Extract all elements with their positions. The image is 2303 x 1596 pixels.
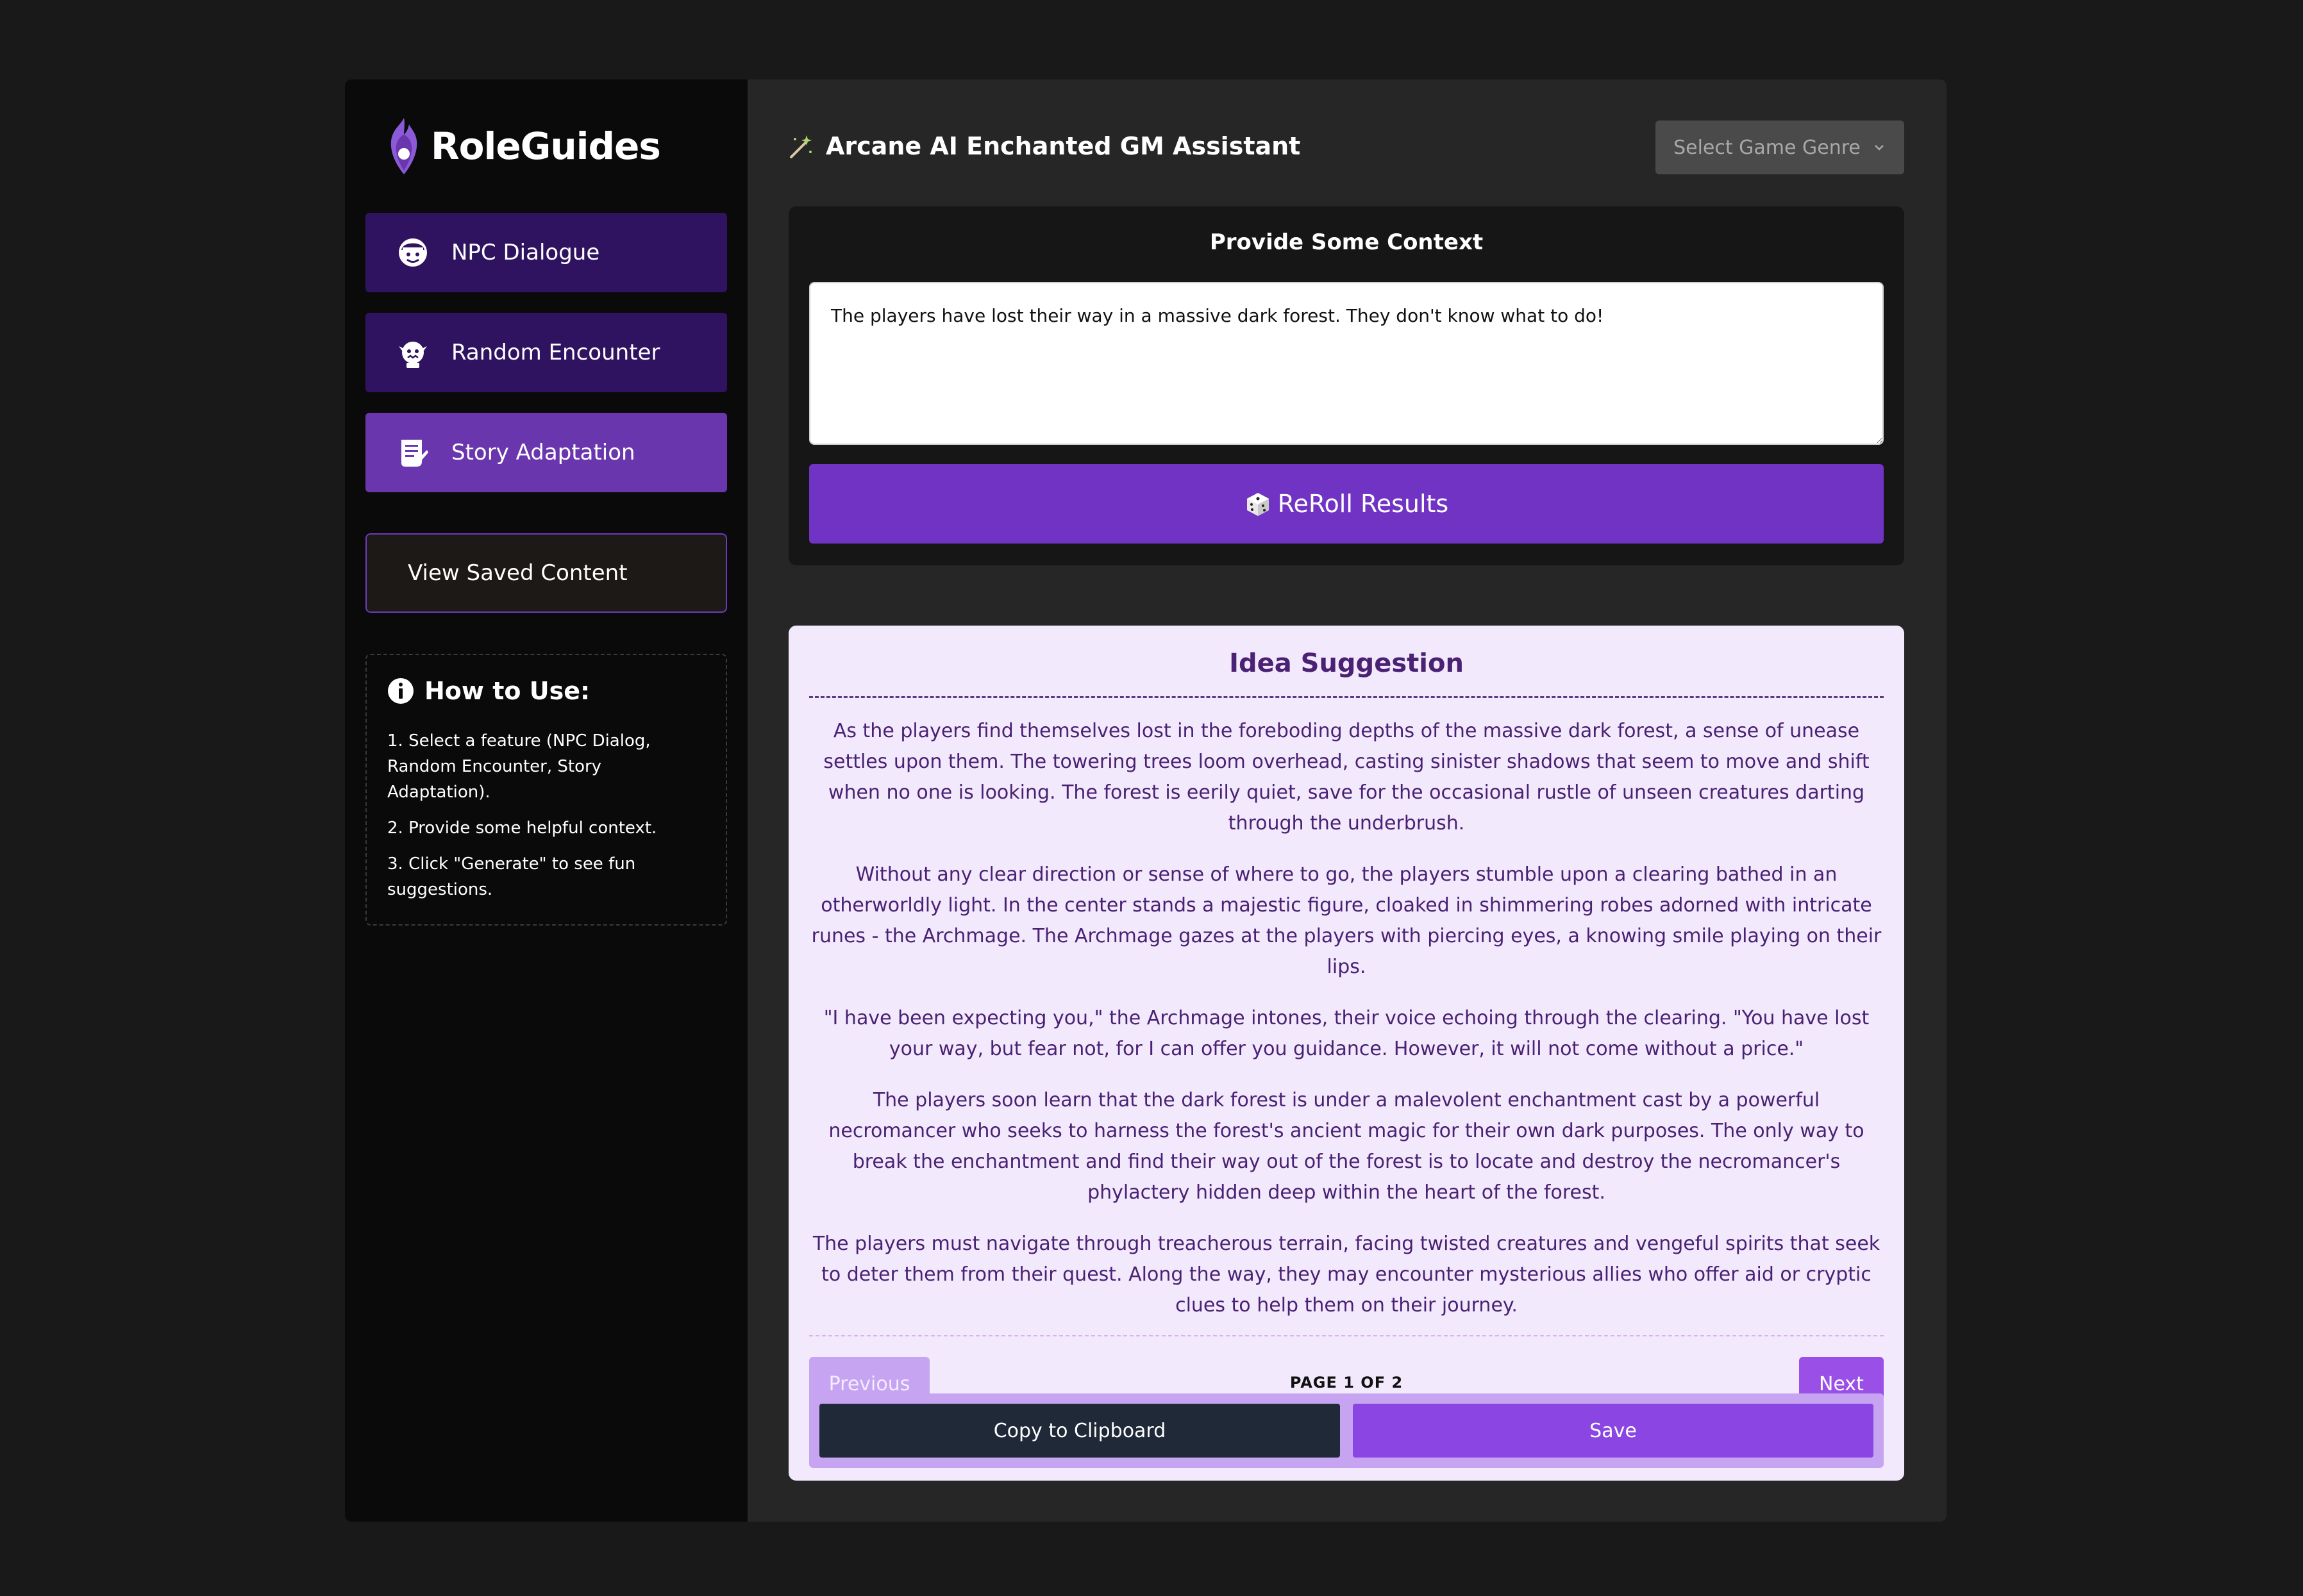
scroll-icon: [395, 435, 431, 470]
game-genre-select[interactable]: Select Game Genre: [1655, 121, 1904, 174]
idea-paragraph: The players soon learn that the dark for…: [828, 1089, 1864, 1204]
copy-to-clipboard-button[interactable]: Copy to Clipboard: [819, 1404, 1340, 1458]
how-to-use-heading: How to Use:: [387, 677, 705, 705]
page-indicator: PAGE 1 OF 2: [1289, 1374, 1403, 1392]
chevron-down-icon: [1875, 145, 1884, 151]
idea-paragraph: Without any clear direction or sense of …: [811, 863, 1882, 978]
sidebar-item-random-encounter[interactable]: Random Encounter: [365, 313, 727, 392]
sidebar-item-label: Random Encounter: [451, 340, 660, 365]
context-title: Provide Some Context: [1209, 229, 1484, 255]
sidebar-item-npc-dialogue[interactable]: NPC Dialogue: [365, 213, 727, 292]
goblin-icon: [395, 335, 431, 370]
context-card: Provide Some Context The players have lo…: [789, 206, 1904, 565]
context-textarea[interactable]: The players have lost their way in a mas…: [809, 282, 1884, 445]
idea-paragraph: The players must navigate through treach…: [812, 1233, 1880, 1317]
dice-icon: [1246, 493, 1269, 516]
logo-text: RoleGuides: [431, 124, 661, 168]
idea-suggestion-body: As the players find themselves lost in t…: [809, 698, 1884, 1321]
reroll-results-button[interactable]: ReRoll Results: [809, 464, 1884, 544]
view-saved-content-button[interactable]: View Saved Content: [365, 533, 727, 613]
how-to-step: 3. Click "Generate" to see fun suggestio…: [387, 854, 636, 899]
magic-wand-icon: [790, 135, 812, 158]
logo-flame-pin-icon: [390, 118, 417, 174]
save-button[interactable]: Save: [1353, 1404, 1873, 1458]
idea-suggestion-title: Idea Suggestion: [809, 626, 1884, 698]
idea-paragraph: As the players find themselves lost in t…: [823, 720, 1870, 835]
sidebar-item-story-adaptation[interactable]: Story Adaptation: [365, 413, 727, 492]
idea-suggestion-card: Idea Suggestion As the players find them…: [789, 626, 1904, 1481]
how-to-use-steps: 1. Select a feature (NPC Dialog, Random …: [387, 728, 705, 902]
sidebar: RoleGuides NPC Dialogue Random Encounter…: [345, 79, 748, 1522]
page-title: Arcane AI Enchanted GM Assistant: [787, 132, 1300, 160]
how-to-step: 1. Select a feature (NPC Dialog, Random …: [387, 731, 651, 802]
page-title-text: Arcane AI Enchanted GM Assistant: [826, 132, 1301, 160]
how-to-use-title: How to Use:: [424, 677, 590, 705]
game-genre-select-label: Select Game Genre: [1673, 136, 1861, 159]
info-icon: [388, 678, 414, 704]
idea-actions: Copy to Clipboard Save: [809, 1393, 1884, 1468]
idea-paragraph: "I have been expecting you," the Archmag…: [823, 1007, 1870, 1060]
how-to-step: 2. Provide some helpful context.: [387, 819, 657, 838]
sidebar-item-label: NPC Dialogue: [451, 240, 600, 265]
reroll-results-label: ReRoll Results: [1277, 490, 1449, 518]
app-window: RoleGuides NPC Dialogue Random Encounter…: [345, 79, 1947, 1522]
npc-face-icon: [395, 235, 431, 270]
sidebar-item-label: Story Adaptation: [451, 440, 635, 465]
how-to-use-panel: How to Use: 1. Select a feature (NPC Dia…: [365, 654, 727, 926]
logo[interactable]: RoleGuides: [381, 115, 661, 177]
main-panel: Arcane AI Enchanted GM Assistant Select …: [748, 79, 1947, 1522]
